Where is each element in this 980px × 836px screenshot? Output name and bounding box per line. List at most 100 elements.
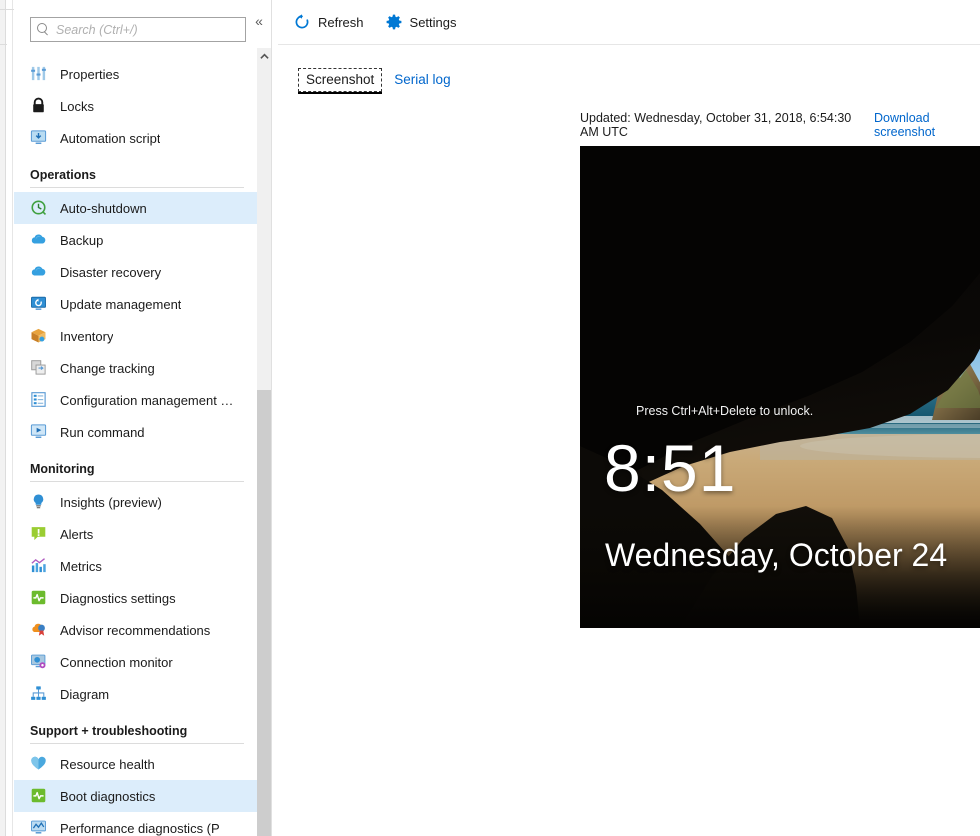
sidebar-item-auto-shutdown[interactable]: Auto-shutdown [14,192,260,224]
sidebar-item-connection-monitor[interactable]: Connection monitor [14,646,260,678]
diagnostics-icon [30,589,47,606]
status-row: Updated: Wednesday, October 31, 2018, 6:… [580,111,980,139]
list-config-icon [30,391,47,408]
sidebar-item-automation-script[interactable]: Automation script [14,122,260,154]
gear-icon [386,14,402,30]
hierarchy-icon [30,685,48,703]
performance-icon [30,819,48,836]
search-icon [37,23,50,36]
sliders-icon [30,65,47,82]
advisor-badge-icon [30,621,47,638]
sidebar-item-inventory[interactable]: Inventory [14,320,260,352]
sidebar-item-label: Alerts [60,527,93,542]
cloud-icon [30,263,48,281]
sidebar-group-header: Support + troubleshooting [14,710,260,740]
clock-icon [30,199,47,216]
sidebar-item-change-tracking[interactable]: Change tracking [14,352,260,384]
screenshot-canvas: Press Ctrl+Alt+Delete to unlock. 8:51 We… [580,146,980,628]
sidebar-item-label: Locks [60,99,94,114]
sidebar-scroll-up-button[interactable] [257,48,271,64]
search-box[interactable] [30,17,246,42]
blade-edge-inner [7,0,13,836]
tab-strip: ScreenshotSerial log [298,68,459,92]
sidebar-item-alerts[interactable]: Alerts [14,518,260,550]
search-container [30,17,246,42]
command-bar: Refresh Settings [278,0,980,45]
monitor-run-icon [30,423,48,441]
sidebar-item-advisor-recommendations[interactable]: Advisor recommendations [14,614,260,646]
tab-serial-log[interactable]: Serial log [386,68,458,92]
diagnostics-icon [30,787,47,804]
hierarchy-icon [30,685,47,702]
lightbulb-icon [30,493,47,510]
sidebar-item-diagram[interactable]: Diagram [14,678,260,710]
sidebar-item-insights-preview[interactable]: Insights (preview) [14,486,260,518]
copy-icon [30,359,48,377]
list-config-icon [30,391,48,409]
sidebar-group-divider [30,481,244,482]
cloud-icon [30,263,47,280]
sidebar-item-locks[interactable]: Locks [14,90,260,122]
sidebar-item-label: Properties [60,67,119,82]
sidebar-item-label: Auto-shutdown [60,201,147,216]
heart-icon [30,755,48,773]
blade-separator [271,0,272,836]
app-root: Properties Locks Automation script Opera… [0,0,980,836]
connection-monitor-icon [30,653,48,671]
refresh-icon [294,14,310,30]
sidebar-item-performance-diagnostics-p[interactable]: Performance diagnostics (P [14,812,260,836]
sidebar-item-label: Change tracking [60,361,155,376]
box-icon [30,327,47,344]
sidebar-item-backup[interactable]: Backup [14,224,260,256]
sidebar-group-divider [30,187,244,188]
monitor-download-icon [30,129,48,147]
sidebar-item-label: Update management [60,297,181,312]
sliders-icon [30,65,48,83]
sidebar-item-resource-health[interactable]: Resource health [14,748,260,780]
sidebar-item-configuration-management[interactable]: Configuration management … [14,384,260,416]
lock-icon [30,97,48,115]
sidebar-item-label: Diagram [60,687,109,702]
sidebar-item-properties[interactable]: Properties [14,58,260,90]
refresh-button[interactable]: Refresh [294,8,364,36]
updated-timestamp: Updated: Wednesday, October 31, 2018, 6:… [580,111,864,139]
sidebar-item-label: Automation script [60,131,160,146]
diagnostics-icon [30,589,48,607]
sidebar-item-metrics[interactable]: Metrics [14,550,260,582]
sidebar-item-label: Advisor recommendations [60,623,210,638]
content-pane: Refresh Settings ScreenshotSerial log Up… [278,0,980,836]
sidebar-item-run-command[interactable]: Run command [14,416,260,448]
chevron-up-icon [260,52,269,61]
box-icon [30,327,48,345]
settings-label: Settings [410,15,457,30]
collapse-menu-button[interactable]: « [248,10,270,32]
lock-icon [30,97,47,114]
sidebar-item-label: Metrics [60,559,102,574]
settings-button[interactable]: Settings [386,8,457,36]
sidebar-item-boot-diagnostics[interactable]: Boot diagnostics [14,780,260,812]
download-screenshot-link[interactable]: Download screenshot [874,111,980,139]
sidebar-item-diagnostics-settings[interactable]: Diagnostics settings [14,582,260,614]
bar-chart-icon [30,557,47,574]
monitor-run-icon [30,423,47,440]
advisor-badge-icon [30,621,48,639]
alert-bubble-icon [30,525,47,542]
clock-icon [30,199,48,217]
sidebar-item-label: Connection monitor [60,655,173,670]
sidebar-item-label: Boot diagnostics [60,789,155,804]
search-input[interactable] [50,19,239,40]
lock-clock-time: 8:51 [604,435,736,501]
sidebar-group-divider [30,743,244,744]
sidebar-item-label: Inventory [60,329,113,344]
sidebar-item-label: Insights (preview) [60,495,162,510]
sidebar-item-label: Performance diagnostics (P [60,821,220,836]
copy-icon [30,359,47,376]
sidebar-scrollbar-thumb[interactable] [257,390,271,836]
sidebar-item-update-management[interactable]: Update management [14,288,260,320]
blade-edge-outer [0,0,6,836]
monitor-refresh-icon [30,295,48,313]
sidebar-item-label: Configuration management … [60,393,233,408]
sidebar-item-disaster-recovery[interactable]: Disaster recovery [14,256,260,288]
sidebar-item-label: Backup [60,233,103,248]
tab-screenshot[interactable]: Screenshot [298,68,382,92]
